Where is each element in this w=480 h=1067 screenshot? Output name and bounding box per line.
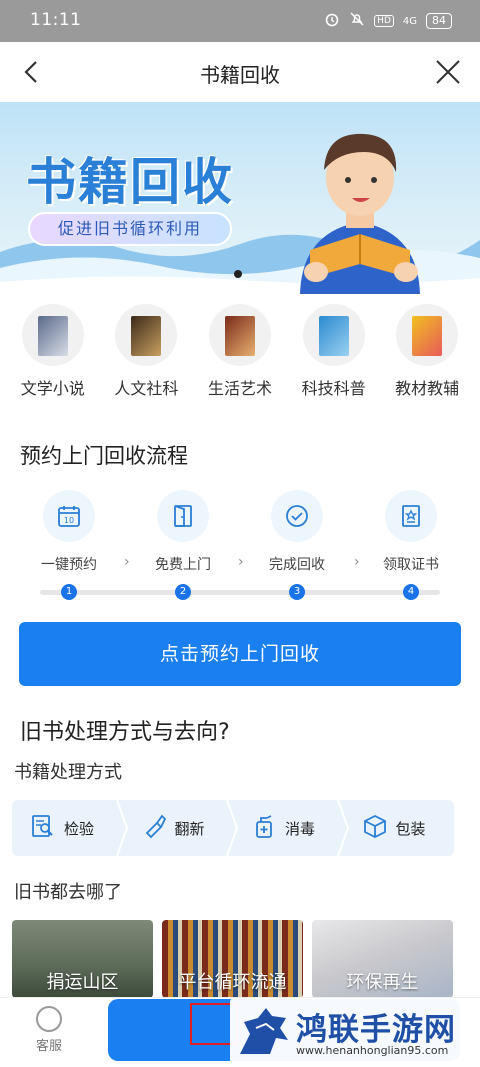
network-label: 4G	[402, 15, 417, 27]
flow-steps: 10 一键预约 › 免费上门 › 完成回收 › 领取证书 1 2 3 4	[14, 490, 466, 602]
reading-boy-illustration	[300, 133, 420, 294]
book-pickup-button[interactable]: 点击预约上门回收	[19, 622, 461, 686]
package-icon	[362, 813, 388, 843]
step-number: 4	[403, 584, 419, 600]
category-label: 人文社科	[114, 379, 179, 398]
flow-step-label: 一键预约	[41, 557, 97, 573]
chevron-right-icon: ›	[124, 554, 130, 570]
flow-step: 免费上门	[138, 490, 228, 574]
disposal-title: 旧书处理方式与去向?	[20, 720, 230, 745]
step-number: 3	[289, 584, 305, 600]
brush-icon	[141, 813, 167, 843]
flow-step-label: 领取证书	[383, 557, 439, 573]
destination-label: 平台循环流通	[178, 972, 287, 993]
category-label: 文学小说	[20, 379, 85, 398]
destination-card[interactable]: 捐运山区	[12, 920, 153, 998]
category-item[interactable]: 教材教辅	[381, 304, 473, 404]
watermark-title: 鸿联手游网	[296, 1012, 456, 1048]
check-circle-icon	[271, 490, 323, 542]
methods-title: 书籍处理方式	[14, 762, 122, 783]
book-cover-image	[208, 304, 271, 366]
flow-step: 10 一键预约	[24, 490, 114, 574]
page-title: 书籍回收	[200, 63, 280, 87]
customer-service-button[interactable]: 客服	[26, 1006, 72, 1054]
status-time: 11:11	[30, 10, 82, 30]
chat-smile-icon	[36, 1006, 62, 1032]
inspect-icon	[30, 813, 56, 843]
door-icon	[157, 490, 209, 542]
book-cover-image	[115, 304, 178, 366]
alarm-icon	[324, 11, 340, 31]
book-cover-image	[21, 304, 84, 366]
close-icon[interactable]	[434, 58, 462, 86]
banner-tagline: 促进旧书循环利用	[28, 212, 232, 246]
watermark-url: www.henanhonglian95.com	[296, 1044, 449, 1057]
status-bar: 11:11 HD 4G 84	[0, 0, 480, 42]
destination-label: 环保再生	[346, 972, 419, 993]
process-methods-bar: 检验 翻新 消毒 包装	[12, 800, 454, 856]
flow-step-label: 免费上门	[155, 557, 211, 573]
status-icons: HD 4G 84	[324, 11, 452, 31]
calendar-icon: 10	[43, 490, 95, 542]
chevron-right-icon: ›	[354, 554, 360, 570]
service-label: 客服	[35, 1039, 62, 1054]
category-row: 文学小说 人文社科 生活艺术 科技科普 教材教辅	[0, 304, 480, 404]
category-label: 教材教辅	[395, 379, 460, 398]
hero-banner[interactable]: 书籍回收 促进旧书循环利用	[0, 102, 480, 294]
destination-label: 捐运山区	[46, 972, 119, 993]
progress-track	[40, 590, 440, 595]
destinations-title: 旧书都去哪了	[14, 882, 122, 903]
category-label: 生活艺术	[207, 379, 272, 398]
chevron-right-icon: ›	[238, 554, 244, 570]
carousel-indicator[interactable]	[234, 270, 242, 278]
process-method-label: 翻新	[174, 819, 205, 838]
banner-headline: 书籍回收	[26, 153, 234, 211]
sanitizer-icon	[251, 813, 277, 843]
process-method: 包装	[344, 800, 455, 856]
book-cover-image	[302, 304, 365, 366]
process-method: 检验	[12, 800, 128, 856]
process-method-label: 包装	[395, 819, 426, 838]
category-item[interactable]: 生活艺术	[194, 304, 286, 404]
destinations-row: 捐运山区 平台循环流通 环保再生	[12, 920, 468, 1000]
certificate-icon	[385, 490, 437, 542]
category-label: 科技科普	[301, 379, 366, 398]
mute-icon	[349, 11, 365, 31]
horse-logo-icon	[240, 1008, 288, 1054]
svg-text:10: 10	[64, 516, 74, 525]
nav-bar: 书籍回收	[0, 42, 480, 102]
flow-step-label: 完成回收	[269, 557, 325, 573]
destination-card[interactable]: 环保再生	[312, 920, 453, 998]
flow-step: 领取证书	[366, 490, 456, 574]
flow-step: 完成回收	[252, 490, 342, 574]
process-method-label: 检验	[64, 819, 95, 838]
process-method: 消毒	[233, 800, 349, 856]
flow-title: 预约上门回收流程	[20, 444, 188, 468]
process-method-label: 消毒	[285, 819, 316, 838]
step-number: 1	[61, 584, 77, 600]
category-item[interactable]: 人文社科	[100, 304, 192, 404]
watermark: 鸿联手游网 www.henanhonglian95.com	[230, 998, 470, 1064]
process-method: 翻新	[123, 800, 239, 856]
step-number: 2	[175, 584, 191, 600]
book-cover-image	[396, 304, 459, 366]
battery-icon: 84	[426, 13, 452, 29]
category-item[interactable]: 文学小说	[7, 304, 99, 404]
hd-badge: HD	[374, 15, 394, 27]
destination-card[interactable]: 平台循环流通	[162, 920, 303, 998]
category-item[interactable]: 科技科普	[288, 304, 380, 404]
